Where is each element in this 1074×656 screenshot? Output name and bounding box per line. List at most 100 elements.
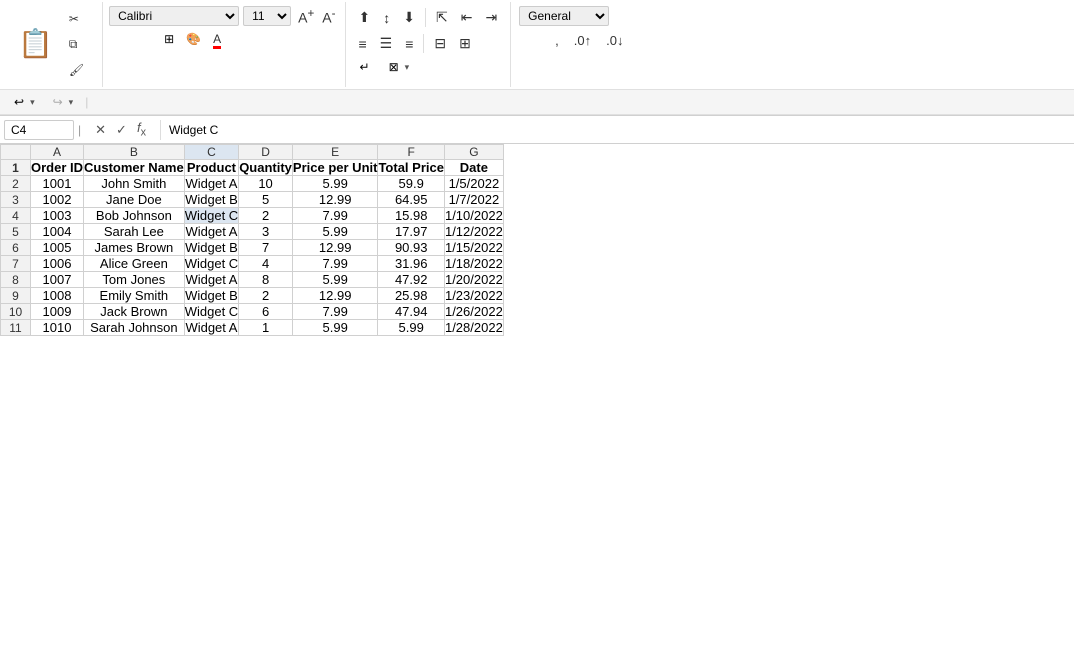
- underline-button[interactable]: [137, 37, 147, 41]
- cell-3-E[interactable]: 12.99: [292, 192, 378, 208]
- row-header-8[interactable]: 8: [1, 272, 31, 288]
- cell-5-B[interactable]: Sarah Lee: [84, 224, 185, 240]
- undo-toolbar-button[interactable]: ↩ ▾: [8, 93, 41, 111]
- cell-2-B[interactable]: John Smith: [84, 176, 185, 192]
- cell-4-C[interactable]: Widget C: [184, 208, 238, 224]
- cell-8-F[interactable]: 47.92: [378, 272, 445, 288]
- cell-10-G[interactable]: 1/26/2022: [444, 304, 503, 320]
- cell-1-D[interactable]: Quantity: [239, 160, 293, 176]
- row-header-1[interactable]: 1: [1, 160, 31, 176]
- indent-decrease-button[interactable]: ⇤: [456, 6, 478, 29]
- cell-11-B[interactable]: Sarah Johnson: [84, 320, 185, 336]
- cell-11-G[interactable]: 1/28/2022: [444, 320, 503, 336]
- cell-5-E[interactable]: 5.99: [292, 224, 378, 240]
- row-header-7[interactable]: 7: [1, 256, 31, 272]
- cell-3-A[interactable]: 1002: [31, 192, 84, 208]
- cell-5-F[interactable]: 17.97: [378, 224, 445, 240]
- cell-5-A[interactable]: 1004: [31, 224, 84, 240]
- cell-7-A[interactable]: 1006: [31, 256, 84, 272]
- cell-4-A[interactable]: 1003: [31, 208, 84, 224]
- align-justify-button[interactable]: ⊟: [429, 32, 451, 55]
- cell-10-A[interactable]: 1009: [31, 304, 84, 320]
- cell-3-C[interactable]: Widget B: [184, 192, 238, 208]
- col-header-b[interactable]: B: [84, 145, 185, 160]
- cell-8-G[interactable]: 1/20/2022: [444, 272, 503, 288]
- bold-button[interactable]: [109, 37, 119, 41]
- dollar-button[interactable]: [519, 30, 531, 51]
- row-header-11[interactable]: 11: [1, 320, 31, 336]
- cell-10-B[interactable]: Jack Brown: [84, 304, 185, 320]
- cell-1-G[interactable]: Date: [444, 160, 503, 176]
- cell-5-G[interactable]: 1/12/2022: [444, 224, 503, 240]
- cell-6-B[interactable]: James Brown: [84, 240, 185, 256]
- cell-10-C[interactable]: Widget C: [184, 304, 238, 320]
- cell-11-E[interactable]: 5.99: [292, 320, 378, 336]
- row-header-4[interactable]: 4: [1, 208, 31, 224]
- cell-7-D[interactable]: 4: [239, 256, 293, 272]
- cell-4-B[interactable]: Bob Johnson: [84, 208, 185, 224]
- cell-9-D[interactable]: 2: [239, 288, 293, 304]
- cell-3-B[interactable]: Jane Doe: [84, 192, 185, 208]
- col-header-c[interactable]: C: [184, 145, 238, 160]
- col-header-e[interactable]: E: [292, 145, 378, 160]
- cell-9-C[interactable]: Widget B: [184, 288, 238, 304]
- merge-center-button[interactable]: ⊠ ▾: [383, 58, 416, 76]
- row-header-9[interactable]: 9: [1, 288, 31, 304]
- cell-6-G[interactable]: 1/15/2022: [444, 240, 503, 256]
- align-left-button[interactable]: ≡: [354, 32, 372, 55]
- cell-2-C[interactable]: Widget A: [184, 176, 238, 192]
- cell-8-D[interactable]: 8: [239, 272, 293, 288]
- cell-11-A[interactable]: 1010: [31, 320, 84, 336]
- font-size-select[interactable]: 11 89101214: [243, 6, 291, 26]
- row-header-2[interactable]: 2: [1, 176, 31, 192]
- cell-1-C[interactable]: Product: [184, 160, 238, 176]
- cell-10-F[interactable]: 47.94: [378, 304, 445, 320]
- align-middle-button[interactable]: ↕: [378, 6, 395, 29]
- cell-1-F[interactable]: Total Price: [378, 160, 445, 176]
- confirm-formula-button[interactable]: ✓: [112, 120, 131, 140]
- cell-3-D[interactable]: 5: [239, 192, 293, 208]
- fill-color-button[interactable]: 🎨: [182, 30, 205, 48]
- cell-3-F[interactable]: 64.95: [378, 192, 445, 208]
- increase-font-size-button[interactable]: A+: [295, 6, 317, 27]
- align-center-button[interactable]: ☰: [375, 32, 398, 55]
- align-distributed-button[interactable]: ⊞: [454, 32, 476, 55]
- text-direction-button[interactable]: ⇱: [431, 6, 453, 29]
- cell-8-C[interactable]: Widget A: [184, 272, 238, 288]
- increase-decimal-button[interactable]: .0↑: [568, 30, 597, 51]
- formula-input[interactable]: [165, 121, 1070, 139]
- cell-9-F[interactable]: 25.98: [378, 288, 445, 304]
- cell-9-A[interactable]: 1008: [31, 288, 84, 304]
- align-top-button[interactable]: ⬆: [354, 6, 376, 29]
- cell-reference-input[interactable]: [4, 120, 74, 140]
- cancel-formula-button[interactable]: ✕: [91, 120, 110, 140]
- format-painter-button[interactable]: 🖌: [65, 61, 92, 79]
- cell-7-B[interactable]: Alice Green: [84, 256, 185, 272]
- cell-11-F[interactable]: 5.99: [378, 320, 445, 336]
- cell-9-E[interactable]: 12.99: [292, 288, 378, 304]
- decrease-font-size-button[interactable]: A-: [319, 6, 338, 27]
- cell-6-D[interactable]: 7: [239, 240, 293, 256]
- cell-1-A[interactable]: Order ID: [31, 160, 84, 176]
- copy-button[interactable]: ⧉: [65, 35, 92, 54]
- cell-7-E[interactable]: 7.99: [292, 256, 378, 272]
- cut-button[interactable]: ✂: [65, 10, 92, 28]
- cell-3-G[interactable]: 1/7/2022: [444, 192, 503, 208]
- col-header-g[interactable]: G: [444, 145, 503, 160]
- cell-9-G[interactable]: 1/23/2022: [444, 288, 503, 304]
- cell-2-A[interactable]: 1001: [31, 176, 84, 192]
- cell-5-D[interactable]: 3: [239, 224, 293, 240]
- row-header-10[interactable]: 10: [1, 304, 31, 320]
- row-header-5[interactable]: 5: [1, 224, 31, 240]
- comma-button[interactable]: ,: [549, 30, 565, 51]
- italic-button[interactable]: [123, 37, 133, 41]
- cell-11-C[interactable]: Widget A: [184, 320, 238, 336]
- number-format-select[interactable]: General Number Currency Date Percentage: [519, 6, 609, 26]
- cell-4-G[interactable]: 1/10/2022: [444, 208, 503, 224]
- cell-4-F[interactable]: 15.98: [378, 208, 445, 224]
- insert-function-button[interactable]: fx: [133, 118, 150, 141]
- cell-7-G[interactable]: 1/18/2022: [444, 256, 503, 272]
- cell-1-B[interactable]: Customer Name: [84, 160, 185, 176]
- align-bottom-button[interactable]: ⬇: [398, 6, 420, 29]
- align-right-button[interactable]: ≡: [400, 32, 418, 55]
